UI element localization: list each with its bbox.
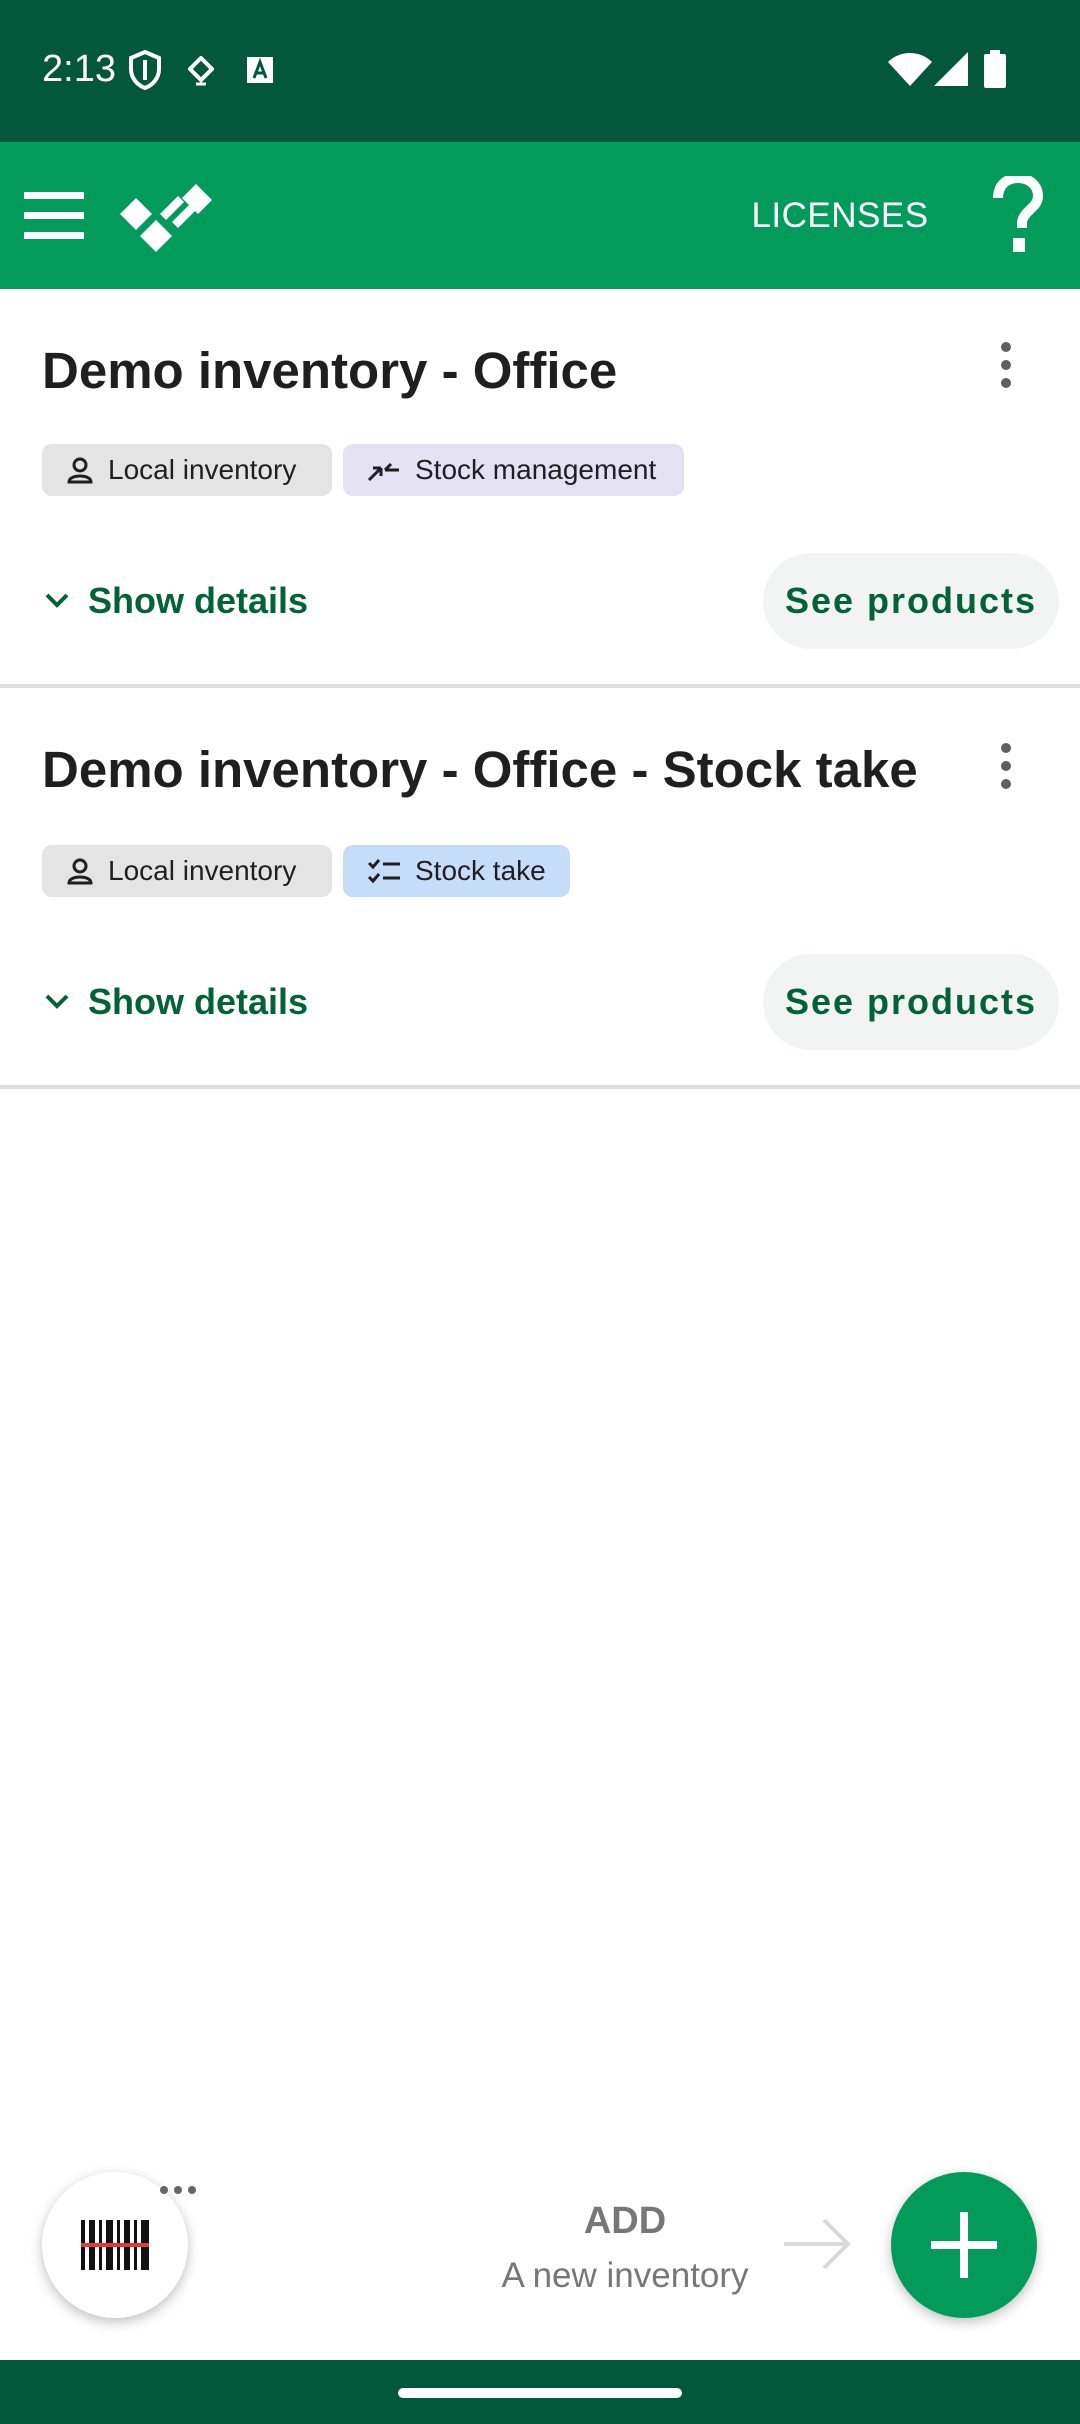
more-horizontal-icon[interactable] xyxy=(158,2182,198,2198)
more-vert-icon[interactable] xyxy=(990,740,1022,794)
see-products-button[interactable]: See products xyxy=(763,954,1059,1050)
show-details-label: Show details xyxy=(88,580,309,621)
add-sublabel: A new inventory xyxy=(501,2256,749,2295)
see-products-button[interactable]: See products xyxy=(763,553,1059,649)
inventory-title: Demo inventory - Office - Stock take xyxy=(42,741,918,798)
add-label: ADD xyxy=(583,2200,667,2242)
help-icon[interactable] xyxy=(990,176,1046,256)
chip-stock-take: Stock take xyxy=(343,845,570,897)
checklist-icon xyxy=(367,859,400,884)
text-a-icon xyxy=(247,57,273,83)
inventory-title: Demo inventory - Office xyxy=(42,342,618,399)
battery-icon xyxy=(984,50,1006,88)
merge-arrows-icon xyxy=(367,462,399,482)
show-details-label: Show details xyxy=(88,981,309,1022)
add-inventory-button[interactable] xyxy=(891,2172,1037,2318)
inventory-card: Demo inventory - Office Local inventory … xyxy=(0,289,1080,687)
wifi-icon xyxy=(888,53,932,86)
chip-local-inventory: Local inventory xyxy=(42,845,332,897)
chip-label: Stock take xyxy=(415,855,546,886)
barcode-scan-icon xyxy=(81,2220,149,2270)
app-logo-icon xyxy=(120,184,212,252)
licenses-button[interactable]: LICENSES xyxy=(740,192,940,240)
signal-icon xyxy=(934,52,968,86)
plus-icon xyxy=(931,2212,997,2278)
chip-label: Local inventory xyxy=(108,855,297,886)
card-divider xyxy=(0,1085,1080,1089)
chevron-down-icon xyxy=(45,593,69,608)
shield-icon xyxy=(129,50,161,90)
home-gesture-handle[interactable] xyxy=(398,2388,682,2398)
chip-label: Stock management xyxy=(415,454,657,485)
show-details-button[interactable]: Show details xyxy=(44,972,308,1032)
show-details-button[interactable]: Show details xyxy=(44,571,308,631)
menu-icon[interactable] xyxy=(24,190,84,242)
person-icon xyxy=(67,457,93,484)
person-icon xyxy=(67,858,93,885)
chip-local-inventory: Local inventory xyxy=(42,444,332,496)
status-bar: 2:13 xyxy=(0,0,1080,142)
arrow-right-icon xyxy=(784,2218,851,2270)
status-time: 2:13 xyxy=(42,48,116,90)
nfc-icon xyxy=(188,56,214,86)
inventory-card: Demo inventory - Office - Stock take Loc… xyxy=(0,688,1080,1086)
system-nav-bar xyxy=(0,2360,1080,2424)
chevron-down-icon xyxy=(45,994,69,1009)
chip-stock-management: Stock management xyxy=(343,444,684,496)
chip-label: Local inventory xyxy=(108,454,297,485)
app-bar: LICENSES xyxy=(0,142,1080,289)
more-vert-icon[interactable] xyxy=(990,339,1022,393)
